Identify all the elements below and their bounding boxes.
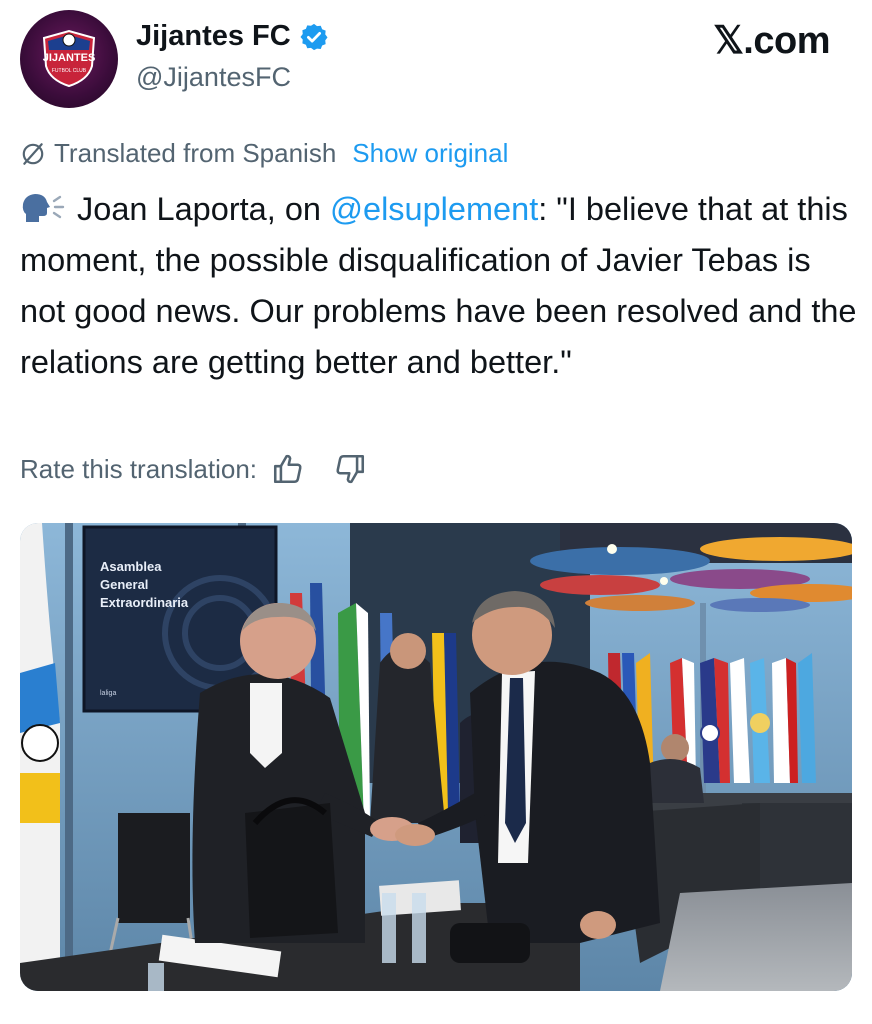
speaking-head-icon xyxy=(22,194,65,222)
translated-label: Translated from Spanish xyxy=(54,138,337,168)
avatar[interactable]: JIJANTES FUTBOL CLUB xyxy=(20,10,118,108)
author-name-row: Jijantes FC xyxy=(136,20,329,53)
thumbs-up-icon[interactable] xyxy=(271,452,305,486)
tweet-text-part1: Joan Laporta, on xyxy=(68,191,330,227)
club-crest-icon: JIJANTES FUTBOL CLUB xyxy=(43,29,96,88)
translation-row: Translated from Spanish Show original xyxy=(20,138,508,169)
verified-badge-icon xyxy=(300,23,328,50)
avatar-text: JIJANTES xyxy=(43,52,96,64)
display-name[interactable]: Jijantes FC xyxy=(136,20,291,53)
handshake-photo: Asamblea General Extraordinaria laliga xyxy=(20,523,852,991)
rate-translation-row: Rate this translation: xyxy=(20,452,367,486)
show-original-link[interactable]: Show original xyxy=(352,138,508,169)
tweet-photo[interactable]: Asamblea General Extraordinaria laliga xyxy=(20,523,852,991)
translate-globe-icon xyxy=(22,142,44,165)
brand-logo: 𝕏.com xyxy=(713,20,830,62)
author-handle[interactable]: @JijantesFC xyxy=(136,62,291,93)
rate-label: Rate this translation: xyxy=(20,453,258,484)
screen-text-line1: Asamblea xyxy=(100,559,162,574)
avatar-subtext: FUTBOL CLUB xyxy=(52,68,87,74)
screen-text-line2: General xyxy=(100,577,148,592)
screen-logo: laliga xyxy=(100,690,116,697)
mention-link[interactable]: @elsuplement xyxy=(330,191,538,227)
thumbs-down-icon[interactable] xyxy=(333,452,367,486)
screen-text-line3: Extraordinaria xyxy=(100,595,189,610)
tweet-text: Joan Laporta, on @elsuplement: "I believ… xyxy=(20,184,860,388)
